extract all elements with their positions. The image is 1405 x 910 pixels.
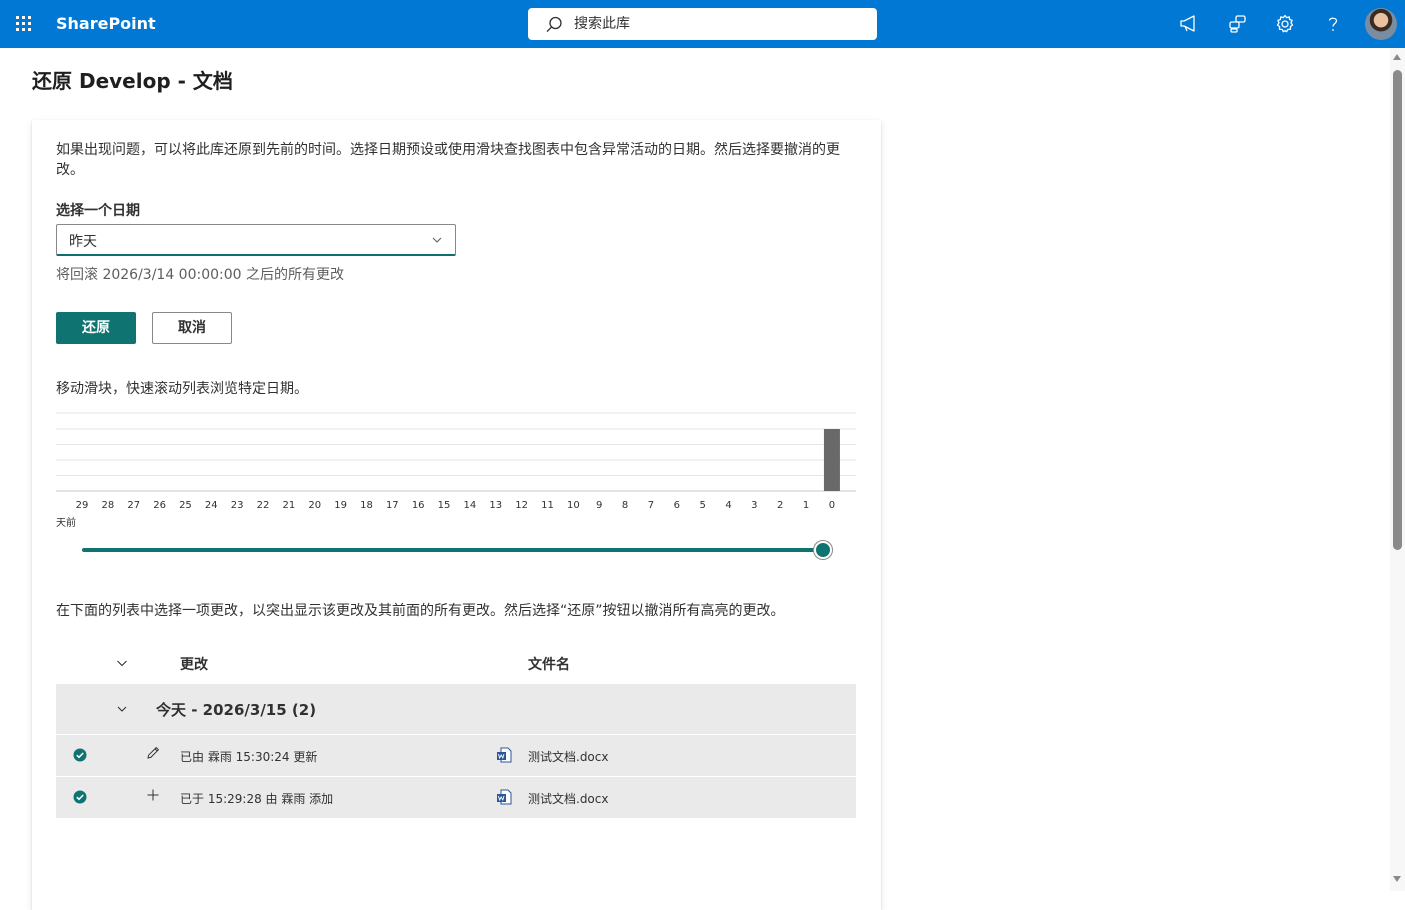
file-name-link[interactable]: 测试文档.docx xyxy=(528,748,608,765)
search-input[interactable] xyxy=(574,14,864,34)
changes-list: 更改 文件名 今天 - 2026/3/15 (2) 已由 霖雨 15:30:24… xyxy=(56,642,856,818)
x-tick-label: 28 xyxy=(101,500,114,511)
x-tick-label: 15 xyxy=(438,500,451,511)
plus-icon xyxy=(147,789,159,801)
x-tick-label: 29 xyxy=(76,500,89,511)
x-tick-label: 14 xyxy=(464,500,477,511)
x-tick-label: 25 xyxy=(179,500,192,511)
rollback-description: 将回滚 2026/3/14 00:00:00 之后的所有更改 xyxy=(56,267,345,283)
x-tick-label: 21 xyxy=(283,500,296,511)
collapse-all-chevron-icon[interactable] xyxy=(116,657,128,669)
word-file-icon xyxy=(497,747,512,763)
check-circle-icon xyxy=(73,748,87,762)
slider-track[interactable] xyxy=(82,548,822,552)
share-icon[interactable] xyxy=(1225,12,1249,36)
table-row[interactable]: 已由 霖雨 15:30:24 更新 测试文档.docx xyxy=(56,734,856,776)
page-scrollbar[interactable] xyxy=(1390,48,1405,891)
chevron-down-icon xyxy=(432,237,442,243)
x-tick-label: 20 xyxy=(308,500,321,511)
list-header: 更改 文件名 xyxy=(56,642,856,684)
date-dropdown-value: 昨天 xyxy=(69,234,97,250)
x-tick-label: 18 xyxy=(360,500,373,511)
x-tick-label: 8 xyxy=(622,500,628,511)
top-bar: SharePoint xyxy=(0,0,1405,48)
scrollbar-thumb[interactable] xyxy=(1393,70,1402,550)
column-header-change[interactable]: 更改 xyxy=(180,654,208,674)
page-title: 还原 Develop - 文档 xyxy=(32,69,233,93)
restore-button[interactable]: 还原 xyxy=(56,312,136,344)
file-name-link[interactable]: 测试文档.docx xyxy=(528,790,608,807)
x-tick-label: 17 xyxy=(386,500,399,511)
x-axis-label: 天前 xyxy=(56,518,76,529)
slider-thumb[interactable] xyxy=(814,541,832,559)
x-tick-label: 6 xyxy=(674,500,680,511)
check-circle-icon xyxy=(73,790,87,804)
date-dropdown[interactable]: 昨天 xyxy=(56,224,456,256)
column-header-file[interactable]: 文件名 xyxy=(528,654,570,674)
x-tick-label: 23 xyxy=(231,500,244,511)
x-tick-label: 7 xyxy=(648,500,654,511)
activity-chart: 29 28 27 26 25 24 23 22 21 20 19 18 17 16 15 14 13 12 11 10… xyxy=(56,412,856,511)
brand-name[interactable]: SharePoint xyxy=(56,14,156,34)
pencil-icon xyxy=(147,746,160,759)
search-box[interactable] xyxy=(528,8,877,40)
megaphone-icon[interactable] xyxy=(1177,12,1201,36)
chart-bar xyxy=(823,429,840,491)
x-tick-label: 1 xyxy=(803,500,809,511)
x-tick-label: 9 xyxy=(596,500,602,511)
x-tick-label: 0 xyxy=(829,500,835,511)
gear-icon[interactable] xyxy=(1273,12,1297,36)
slider-hint: 移动滑块，快速滚动列表浏览特定日期。 xyxy=(56,381,308,397)
app-launcher-icon[interactable] xyxy=(14,14,34,34)
group-header-today[interactable]: 今天 - 2026/3/15 (2) xyxy=(56,684,856,734)
x-tick-label: 12 xyxy=(515,500,528,511)
x-tick-label: 22 xyxy=(257,500,270,511)
x-tick-label: 13 xyxy=(489,500,502,511)
scroll-down-icon[interactable] xyxy=(1393,876,1401,882)
x-tick-label: 4 xyxy=(725,500,731,511)
x-tick-label: 27 xyxy=(127,500,140,511)
x-tick-label: 19 xyxy=(334,500,347,511)
date-slider[interactable] xyxy=(80,538,840,562)
help-icon[interactable] xyxy=(1321,12,1345,36)
search-icon xyxy=(546,16,562,33)
x-tick-label: 16 xyxy=(412,500,425,511)
x-tick-label: 26 xyxy=(153,500,166,511)
cancel-button[interactable]: 取消 xyxy=(152,312,232,344)
group-title: 今天 - 2026/3/15 (2) xyxy=(156,701,317,719)
x-tick-label: 5 xyxy=(699,500,705,511)
restore-card: 如果出现问题，可以将此库还原到先前的时间。选择日期预设或使用滑块查找图表中包含异… xyxy=(32,120,881,910)
change-description: 已于 15:29:28 由 霖雨 添加 xyxy=(180,792,334,806)
date-label: 选择一个日期 xyxy=(56,203,140,219)
list-hint: 在下面的列表中选择一项更改，以突出显示该更改及其前面的所有更改。然后选择“还原”… xyxy=(56,603,785,619)
intro-text: 如果出现问题，可以将此库还原到先前的时间。选择日期预设或使用滑块查找图表中包含异… xyxy=(56,142,840,178)
word-file-icon xyxy=(497,789,512,805)
x-tick-label: 24 xyxy=(205,500,218,511)
x-tick-label: 11 xyxy=(541,500,554,511)
x-tick-label: 10 xyxy=(567,500,580,511)
table-row[interactable]: 已于 15:29:28 由 霖雨 添加 测试文档.docx xyxy=(56,776,856,818)
x-tick-label: 2 xyxy=(777,500,783,511)
change-description: 已由 霖雨 15:30:24 更新 xyxy=(180,750,318,764)
avatar[interactable] xyxy=(1365,8,1397,40)
chevron-down-icon[interactable] xyxy=(116,703,128,715)
scroll-up-icon[interactable] xyxy=(1393,54,1401,60)
x-tick-label: 3 xyxy=(751,500,757,511)
